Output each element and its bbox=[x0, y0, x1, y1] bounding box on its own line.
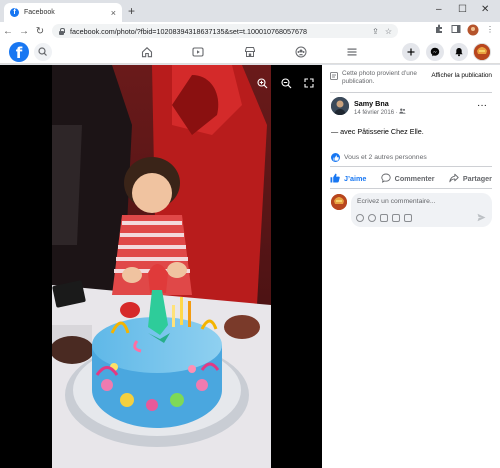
side-panel-icon[interactable] bbox=[450, 24, 462, 36]
notifications-button[interactable] bbox=[450, 43, 468, 61]
browser-menu-icon[interactable]: ⋮ bbox=[484, 24, 496, 36]
emoji-icon[interactable] bbox=[368, 214, 376, 222]
groups-icon bbox=[295, 46, 307, 58]
like-button[interactable]: J’aime bbox=[330, 173, 366, 183]
like-icon bbox=[330, 173, 340, 183]
publication-icon bbox=[330, 72, 338, 80]
birthday-cake-photo bbox=[52, 65, 271, 468]
sticker-icon[interactable] bbox=[404, 214, 412, 222]
commenter-avatar[interactable] bbox=[331, 194, 347, 210]
notifications-icon bbox=[455, 48, 463, 57]
url-text[interactable]: facebook.com/photo/?fbid=102083943186371… bbox=[70, 27, 366, 36]
marketplace-icon bbox=[245, 47, 255, 57]
share-page-icon[interactable]: ⇪ bbox=[372, 27, 379, 36]
zoom-in-button[interactable] bbox=[255, 76, 269, 90]
create-icon bbox=[407, 48, 415, 56]
zoom-out-icon bbox=[280, 77, 291, 88]
facebook-logo[interactable]: f bbox=[9, 42, 29, 62]
facebook-header: f bbox=[0, 40, 500, 64]
reactions-summary[interactable]: Vous et 2 autres personnes bbox=[331, 153, 427, 162]
post-date-text: 14 février 2016 · bbox=[354, 110, 398, 116]
divider bbox=[330, 188, 492, 189]
view-post-link[interactable]: Afficher la publication bbox=[431, 72, 492, 79]
more-options-icon[interactable]: ··· bbox=[477, 100, 487, 111]
fullscreen-icon bbox=[304, 78, 314, 88]
friends-audience-icon bbox=[399, 108, 407, 114]
comment-tools bbox=[356, 214, 412, 222]
post-actions: J’aime Commenter Partager bbox=[330, 171, 492, 185]
divider bbox=[330, 92, 492, 93]
messenger-button[interactable] bbox=[426, 43, 444, 61]
browser-toolbar: ← → ↻ facebook.com/photo/?fbid=102083943… bbox=[0, 22, 500, 40]
address-bar[interactable]: facebook.com/photo/?fbid=102083943186371… bbox=[52, 24, 398, 38]
nav-marketplace[interactable] bbox=[241, 43, 259, 61]
reactions-text: Vous et 2 autres personnes bbox=[344, 154, 427, 161]
search-button[interactable] bbox=[34, 43, 52, 61]
share-label: Partager bbox=[462, 173, 492, 183]
tab-close-icon[interactable]: × bbox=[111, 8, 116, 18]
extensions-icon[interactable] bbox=[433, 24, 445, 36]
lock-icon bbox=[58, 27, 65, 35]
camera-icon[interactable] bbox=[380, 214, 388, 222]
profile-avatar[interactable] bbox=[467, 24, 479, 36]
share-icon bbox=[449, 173, 459, 183]
post-details-panel: Cette photo provient d’une publication. … bbox=[322, 65, 500, 468]
comment-box bbox=[351, 193, 492, 227]
like-reaction-icon bbox=[331, 153, 340, 162]
comment-label: Commenter bbox=[394, 173, 435, 183]
post-caption: — avec Pâtisserie Chez Elle. bbox=[331, 127, 424, 136]
account-avatar[interactable] bbox=[473, 43, 491, 61]
back-icon[interactable]: ← bbox=[0, 26, 16, 37]
share-button[interactable]: Partager bbox=[449, 173, 492, 183]
minimize-button[interactable]: – bbox=[436, 4, 442, 15]
gif-icon[interactable] bbox=[392, 214, 400, 222]
caption-prefix: — avec bbox=[331, 127, 358, 136]
comment-input[interactable] bbox=[357, 198, 477, 205]
like-label: J’aime bbox=[344, 173, 367, 183]
new-tab-button[interactable]: + bbox=[128, 4, 135, 18]
create-button[interactable] bbox=[402, 43, 420, 61]
forward-icon[interactable]: → bbox=[16, 26, 32, 37]
browser-tab[interactable]: f Facebook × bbox=[4, 3, 122, 22]
nav-groups[interactable] bbox=[292, 43, 310, 61]
bookmark-star-icon[interactable]: ☆ bbox=[385, 27, 392, 36]
divider bbox=[330, 166, 492, 167]
comment-icon bbox=[380, 173, 391, 183]
menu-icon bbox=[347, 48, 357, 56]
search-icon bbox=[38, 47, 47, 56]
nav-menu[interactable] bbox=[343, 43, 361, 61]
photo-viewer bbox=[0, 65, 322, 468]
close-window-button[interactable]: ✕ bbox=[481, 4, 489, 15]
author-avatar[interactable] bbox=[331, 97, 349, 115]
publication-notice: Cette photo provient d’une publication. … bbox=[330, 70, 492, 90]
nav-video[interactable] bbox=[189, 43, 207, 61]
maximize-button[interactable]: ☐ bbox=[458, 4, 467, 15]
video-icon bbox=[192, 47, 204, 57]
comment-button[interactable]: Commenter bbox=[380, 173, 435, 183]
tagged-page-link[interactable]: Pâtisserie Chez Elle bbox=[357, 127, 421, 136]
send-comment-button[interactable] bbox=[477, 213, 486, 224]
zoom-out-button[interactable] bbox=[279, 76, 293, 90]
facebook-favicon-icon: f bbox=[10, 8, 19, 17]
messenger-icon bbox=[430, 47, 440, 57]
post-date[interactable]: 14 février 2016 · bbox=[354, 108, 407, 116]
browser-tab-strip: f Facebook × + – ☐ ✕ bbox=[0, 0, 500, 22]
reload-icon[interactable]: ↻ bbox=[32, 26, 48, 37]
home-icon bbox=[141, 47, 153, 58]
nav-home[interactable] bbox=[138, 43, 156, 61]
zoom-in-icon bbox=[256, 77, 267, 88]
notice-text: Cette photo provient d’une publication. bbox=[342, 70, 417, 85]
tab-title: Facebook bbox=[24, 9, 55, 16]
fullscreen-button[interactable] bbox=[302, 76, 316, 90]
avatar-sticker-icon[interactable] bbox=[356, 214, 364, 222]
author-name[interactable]: Samy Bna bbox=[354, 99, 389, 108]
caption-suffix: . bbox=[421, 127, 424, 136]
send-icon bbox=[477, 213, 486, 222]
